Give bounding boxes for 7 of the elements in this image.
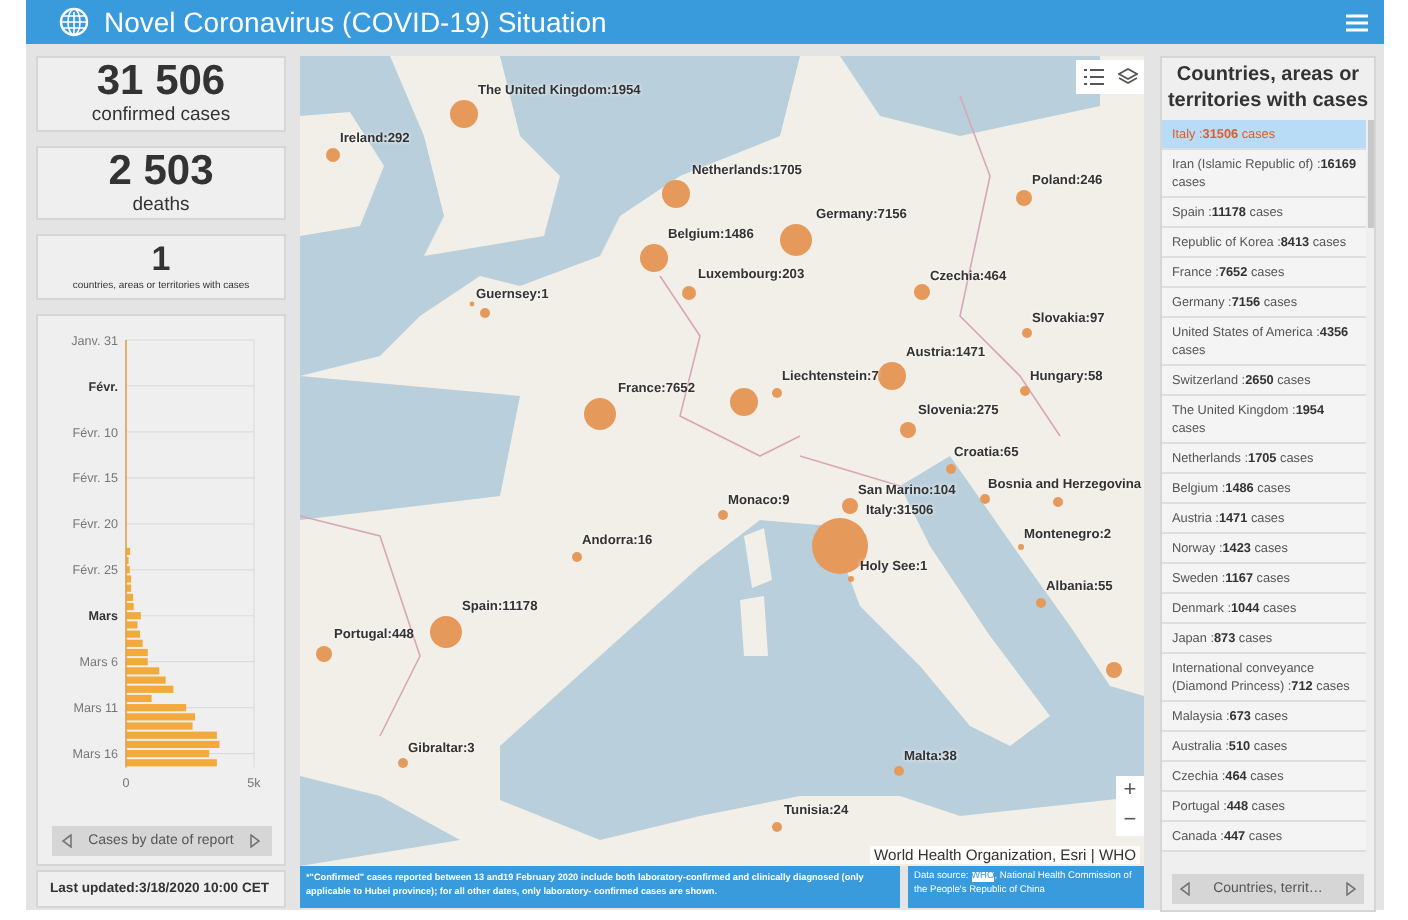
panel-title: Countries, areas or territories with cases [1165,62,1371,115]
page-title: Novel Coronavirus (COVID-19) Situation [104,6,609,38]
stat-value: 2 503 [108,149,214,193]
stat-value: 31 506 [96,60,226,104]
stat-label: confirmed cases [91,104,231,128]
stat-label: deaths [132,193,190,217]
stat-value: 1 [151,241,171,277]
